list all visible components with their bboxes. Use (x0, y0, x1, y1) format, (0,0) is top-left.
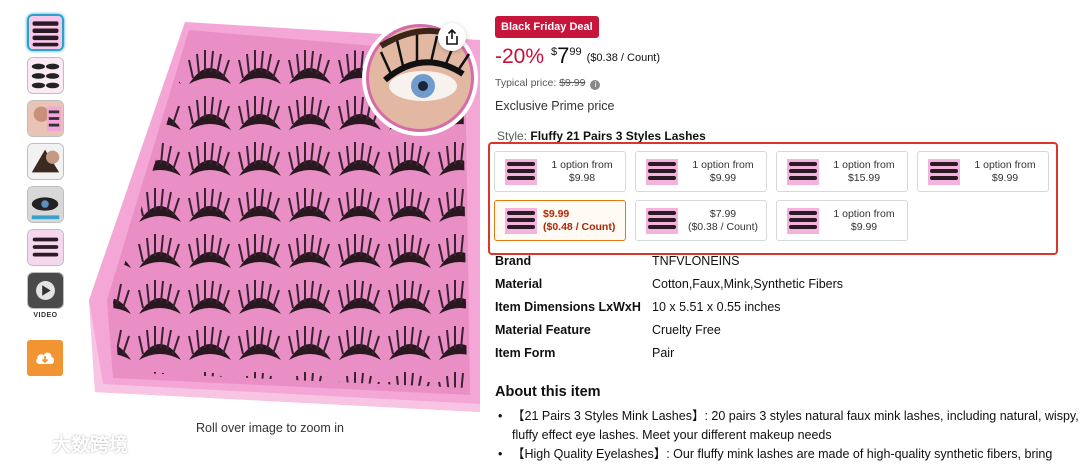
style-option-text: 1 option from $9.99 (680, 159, 766, 185)
about-title: About this item (495, 384, 601, 400)
detail-value: Cruelty Free (652, 323, 721, 337)
style-option-line2: $9.98 (568, 171, 596, 184)
typical-price: Typical price: $9.99 i (495, 77, 601, 90)
style-option[interactable]: $9.99 ($0.48 / Count) (494, 200, 626, 241)
style-option-text: $9.99 ($0.48 / Count) (539, 208, 625, 234)
detail-value: 10 x 5.51 x 0.55 inches (652, 300, 781, 314)
style-option[interactable]: 1 option from $9.99 (776, 200, 908, 241)
typical-label: Typical price: (495, 77, 557, 89)
detail-label: Material (495, 277, 543, 291)
thumbnail-2[interactable] (27, 57, 64, 94)
detail-row: Material Feature Cruelty Free (495, 323, 843, 346)
style-label-text: Style: (497, 129, 528, 143)
style-option-line2: ($0.48 / Count) (543, 220, 616, 233)
style-option-image (787, 207, 819, 234)
style-option-line1: $9.99 (543, 207, 570, 220)
info-icon[interactable]: i (590, 80, 601, 90)
detail-row: Brand TNFVLONEINS (495, 254, 843, 277)
detail-label: Brand (495, 254, 532, 268)
about-bullet: 【High Quality Eyelashes】: Our fluffy min… (498, 445, 1080, 464)
watermark-logo-icon (8, 435, 48, 452)
detail-row: Item Dimensions LxWxH 10 x 5.51 x 0.55 in… (495, 300, 843, 323)
style-option[interactable]: $7.99 ($0.38 / Count) (635, 200, 767, 241)
style-option[interactable]: 1 option from $9.99 (635, 151, 767, 192)
style-option[interactable]: 1 option from $15.99 (776, 151, 908, 192)
cloud-download-icon[interactable] (27, 340, 63, 376)
thumbnail-5[interactable] (27, 186, 64, 223)
watermark-text: 大数跨境 (52, 435, 129, 456)
typical-price-value: $9.99 (559, 77, 586, 89)
main-product-image[interactable] (85, 0, 480, 412)
style-option-line1: 1 option from (692, 158, 754, 171)
detail-row: Material Cotton,Faux,Mink,Synthetic Fiber… (495, 277, 843, 300)
style-option-text: $7.99 ($0.38 / Count) (680, 208, 766, 234)
style-option-line1: $7.99 (709, 207, 737, 220)
price-fraction: 99 (569, 46, 582, 58)
style-option-image (646, 207, 678, 234)
about-bullet-continued: fluffy effect eye lashes. Meet your diff… (512, 428, 832, 442)
style-option-line1: 1 option from (833, 158, 895, 171)
thumbnail-6[interactable] (27, 229, 64, 266)
style-option-line2: $9.99 (850, 220, 878, 233)
style-option[interactable]: 1 option from $9.99 (917, 151, 1049, 192)
style-option-image (646, 158, 678, 185)
detail-value: TNFVLONEINS (652, 254, 740, 268)
style-option-text: 1 option from $15.99 (821, 159, 907, 185)
detail-label: Item Dimensions LxWxH (495, 300, 641, 314)
style-option-line1: 1 option from (974, 158, 1036, 171)
price-whole: 7 (557, 43, 570, 68)
detail-row: Item Form Pair (495, 346, 843, 369)
thumbnail-1[interactable] (27, 14, 64, 51)
style-option-image (505, 158, 537, 185)
style-option-image (787, 158, 819, 185)
about-bullet: 【21 Pairs 3 Styles Mink Lashes】: 20 pair… (498, 407, 1080, 426)
style-option-text: 1 option from $9.99 (962, 159, 1048, 185)
price-row: -20% $ 7 99 ($0.38 / Count) (495, 44, 660, 70)
style-option-text: 1 option from $9.99 (821, 208, 907, 234)
zoom-hint: Roll over image to zoom in (196, 421, 344, 435)
share-icon[interactable] (438, 23, 466, 51)
product-details-table: Brand TNFVLONEINS Material Cotton,Faux,Min… (495, 254, 843, 369)
watermark: 大数跨境 (8, 430, 128, 457)
prime-price-text: Exclusive Prime price (495, 99, 615, 113)
video-label: VIDEO (33, 312, 58, 319)
style-option-line1: 1 option from (551, 158, 613, 171)
discount-percent: -20% (495, 45, 545, 68)
style-option-line2: $9.99 (991, 171, 1019, 184)
unit-price: ($0.38 / Count) (586, 52, 661, 64)
style-value: Fluffy 21 Pairs 3 Styles Lashes (530, 129, 706, 143)
style-option-text: 1 option from $9.98 (539, 159, 625, 185)
style-option-image (505, 207, 537, 234)
style-label: Style: Fluffy 21 Pairs 3 Styles Lashes (497, 129, 706, 143)
style-option[interactable]: 1 option from $9.98 (494, 151, 626, 192)
detail-value: Cotton,Faux,Mink,Synthetic Fibers (652, 277, 844, 291)
thumbnail-4[interactable] (27, 143, 64, 180)
detail-label: Material Feature (495, 323, 591, 337)
thumbnail-3[interactable] (27, 100, 64, 137)
detail-label: Item Form (495, 346, 556, 360)
thumbnail-video[interactable] (27, 272, 64, 309)
style-option-image (928, 158, 960, 185)
about-bullets: 【21 Pairs 3 Styles Mink Lashes】: 20 pair… (498, 407, 1080, 464)
deal-badge: Black Friday Deal (495, 16, 599, 38)
style-option-line2: ($0.38 / Count) (687, 220, 759, 233)
style-option-line2: $9.99 (709, 171, 737, 184)
detail-value: Pair (652, 346, 675, 360)
style-option-line2: $15.99 (847, 171, 881, 184)
style-option-line1: 1 option from (833, 207, 895, 220)
thumbnail-list: VIDEO (27, 14, 67, 319)
